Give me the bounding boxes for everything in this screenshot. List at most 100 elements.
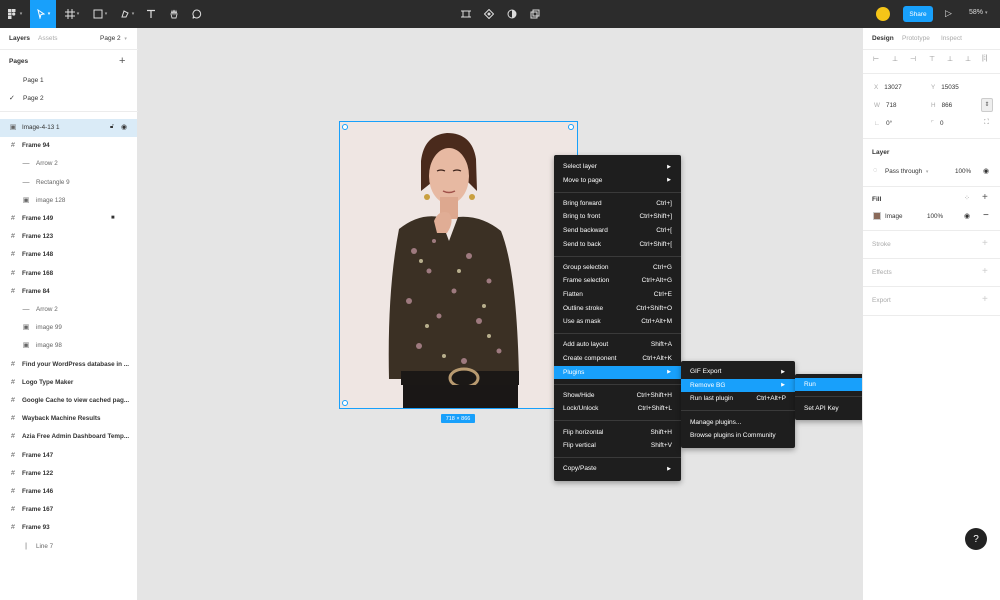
layer-row[interactable]: — Arrow 2	[0, 301, 137, 319]
layer-row[interactable]: # Frame 122	[0, 465, 137, 483]
layer-row[interactable]: # Frame 167	[0, 501, 137, 519]
align-bottom-icon[interactable]: ⊥	[965, 55, 971, 63]
add-export-icon[interactable]: +	[982, 294, 988, 305]
add-fill-icon[interactable]: +	[982, 192, 988, 203]
menu-item-create-component[interactable]: Create component Ctrl+Alt+K	[554, 352, 681, 365]
mask-icon[interactable]	[504, 0, 520, 28]
align-left-icon[interactable]: ⊢	[873, 55, 879, 63]
height-field[interactable]: H 866	[931, 102, 952, 109]
tab-design[interactable]: Design	[872, 35, 894, 42]
remove-fill-icon[interactable]: −	[983, 210, 989, 221]
share-button[interactable]: Share	[903, 6, 933, 22]
resize-handle[interactable]	[342, 400, 348, 406]
width-field[interactable]: W 718	[874, 102, 896, 109]
image-fill-swatch[interactable]	[873, 212, 881, 220]
menu-item-show-hide[interactable]: Show/Hide Ctrl+Shift+H	[554, 389, 681, 402]
rotation-field[interactable]: ∟ 0°	[874, 120, 892, 127]
menu-item-browse-plugins-in-community[interactable]: Browse plugins in Community	[681, 429, 795, 442]
page-selector[interactable]: Page 2 ▾	[100, 35, 127, 42]
layer-row[interactable]: | Line 7	[0, 538, 137, 556]
tab-layers[interactable]: Layers	[9, 35, 30, 42]
layer-row[interactable]: ▣ image 128	[0, 192, 137, 210]
independent-corners-icon[interactable]: ⛶	[984, 119, 989, 127]
menu-item-outline-stroke[interactable]: Outline stroke Ctrl+Shift+O	[554, 302, 681, 315]
layer-row[interactable]: — Rectangle 9	[0, 174, 137, 192]
menu-item-flip-horizontal[interactable]: Flip horizontal Shift+H	[554, 426, 681, 439]
add-effect-icon[interactable]: +	[982, 266, 988, 277]
page-item[interactable]: ✓ Page 2	[0, 91, 138, 107]
tab-assets[interactable]: Assets	[38, 35, 58, 42]
layer-row[interactable]: # Wayback Machine Results	[0, 410, 137, 428]
menu-item-manage-plugins[interactable]: Manage plugins...	[681, 416, 795, 429]
layer-row[interactable]: # Frame 146	[0, 483, 137, 501]
zoom-dropdown[interactable]: 58% ▾	[969, 9, 988, 16]
pen-tool-icon[interactable]: ▾	[115, 0, 139, 28]
help-button[interactable]: ?	[965, 528, 987, 550]
menu-item-bring-to-front[interactable]: Bring to front Ctrl+Shift+]	[554, 210, 681, 223]
layer-row[interactable]: # Frame 94	[0, 137, 137, 155]
layer-row[interactable]: ▣ image 98	[0, 337, 137, 355]
menu-item-bring-forward[interactable]: Bring forward Ctrl+]	[554, 197, 681, 210]
page-item[interactable]: Page 1	[0, 73, 138, 89]
styles-icon[interactable]: ⁘	[964, 194, 970, 202]
text-tool-icon[interactable]	[142, 0, 160, 28]
radius-field[interactable]: ⌜ 0	[931, 120, 943, 127]
layer-row[interactable]: # Frame 148	[0, 246, 137, 264]
menu-item-select-layer[interactable]: Select layer ▶	[554, 160, 681, 173]
menu-item-plugins[interactable]: Plugins ▶	[554, 365, 681, 379]
eye-icon[interactable]: ◉	[983, 167, 989, 175]
layer-row[interactable]: # Google Cache to view cached pag...	[0, 392, 137, 410]
menu-item-flatten[interactable]: Flatten Ctrl+E	[554, 288, 681, 301]
comment-tool-icon[interactable]	[188, 0, 206, 28]
menu-item-move-to-page[interactable]: Move to page ▶	[554, 174, 681, 187]
layer-row[interactable]: # Frame 93	[0, 519, 137, 537]
tab-inspect[interactable]: Inspect	[941, 35, 962, 42]
menu-item-run-last-plugin[interactable]: Run last plugin Ctrl+Alt+P	[681, 392, 795, 405]
y-field[interactable]: Y 15035	[931, 84, 959, 91]
layer-row[interactable]: ▣ image 99	[0, 319, 137, 337]
blend-mode-dropdown[interactable]: Pass through ▾	[885, 168, 928, 175]
eye-icon[interactable]: ◉	[964, 212, 970, 220]
layer-row[interactable]: — Arrow 2	[0, 155, 137, 173]
avatar[interactable]	[876, 7, 890, 21]
fill-type[interactable]: Image	[885, 213, 903, 220]
tab-prototype[interactable]: Prototype	[902, 35, 930, 42]
component-icon[interactable]	[481, 0, 497, 28]
layer-row[interactable]: # Frame 149 ■	[0, 210, 137, 228]
x-field[interactable]: X 13027	[874, 84, 902, 91]
add-page-icon[interactable]: +	[119, 55, 125, 67]
resize-handle[interactable]	[342, 124, 348, 130]
align-top-icon[interactable]: ⊤	[929, 55, 935, 63]
menu-item-gif-export[interactable]: GIF Export ▶	[681, 365, 795, 378]
move-tool-icon[interactable]: ▾	[30, 0, 56, 28]
menu-item-send-backward[interactable]: Send backward Ctrl+[	[554, 224, 681, 237]
menu-item-lock-unlock[interactable]: Lock/Unlock Ctrl+Shift+L	[554, 402, 681, 415]
resize-handle[interactable]	[568, 124, 574, 130]
layer-row[interactable]: # Find your WordPress database in ...	[0, 356, 137, 374]
menu-item-add-auto-layout[interactable]: Add auto layout Shift+A	[554, 338, 681, 351]
unlock-icon[interactable]: 🔓︎	[110, 124, 114, 131]
menu-item-group-selection[interactable]: Group selection Ctrl+G	[554, 261, 681, 274]
layer-row[interactable]: # Azia Free Admin Dashboard Temp...	[0, 428, 137, 446]
menu-item-copy-paste[interactable]: Copy/Paste ▶	[554, 462, 681, 475]
constrain-proportions-icon[interactable]: ⇕	[981, 98, 993, 112]
boolean-icon[interactable]	[527, 0, 543, 28]
menu-item-remove-bg[interactable]: Remove BG ▶	[681, 378, 795, 392]
layer-row[interactable]: # Frame 123	[0, 228, 137, 246]
layer-row[interactable]: ▣ Image-4-13 1 🔓︎ ◉	[0, 119, 137, 137]
align-center-h-icon[interactable]: ⊥	[892, 55, 898, 63]
eye-icon[interactable]: ◉	[121, 123, 127, 131]
align-right-icon[interactable]: ⊣	[910, 55, 916, 63]
layer-row[interactable]: # Frame 168	[0, 265, 137, 283]
layer-row[interactable]: # Frame 84	[0, 283, 137, 301]
menu-item-use-as-mask[interactable]: Use as mask Ctrl+Alt+M	[554, 315, 681, 328]
figma-menu-icon[interactable]: ▾	[0, 0, 28, 28]
add-stroke-icon[interactable]: +	[982, 238, 988, 249]
fill-opacity[interactable]: 100%	[927, 213, 943, 220]
layer-row[interactable]: # Frame 147	[0, 447, 137, 465]
frame-tool-icon[interactable]: ▾	[60, 0, 84, 28]
align-center-v-icon[interactable]: ⊥	[947, 55, 953, 63]
layer-opacity[interactable]: 100%	[955, 168, 971, 175]
menu-item-send-to-back[interactable]: Send to back Ctrl+Shift+[	[554, 238, 681, 251]
menu-item-flip-vertical[interactable]: Flip vertical Shift+V	[554, 439, 681, 452]
